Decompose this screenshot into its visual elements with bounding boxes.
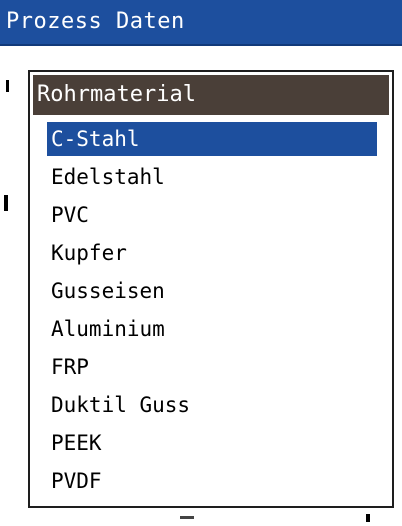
option-duktil-guss[interactable]: Duktil Guss [47, 388, 377, 422]
option-frp[interactable]: FRP [47, 350, 377, 384]
option-c-stahl[interactable]: C-Stahl [47, 122, 377, 156]
option-pvc[interactable]: PVC [47, 198, 377, 232]
option-label: Aluminium [51, 317, 165, 341]
window-title: Prozess Daten [6, 9, 185, 34]
option-label: C-Stahl [51, 127, 140, 151]
option-label: PVC [51, 203, 89, 227]
option-label: FRP [51, 355, 89, 379]
option-kupfer[interactable]: Kupfer [47, 236, 377, 270]
background-fragment [180, 516, 194, 519]
option-edelstahl[interactable]: Edelstahl [47, 160, 377, 194]
option-label: PVDF [51, 469, 102, 493]
option-peek[interactable]: PEEK [47, 426, 377, 460]
background-fragment [6, 80, 9, 92]
option-label: Gusseisen [51, 279, 165, 303]
option-label: PEEK [51, 431, 102, 455]
option-gusseisen[interactable]: Gusseisen [47, 274, 377, 308]
option-label: Duktil Guss [51, 393, 191, 417]
option-pvdf[interactable]: PVDF [47, 464, 377, 498]
background-fragment [366, 514, 370, 522]
screen: Prozess Daten Rohrmaterial C-Stahl Edels… [0, 0, 402, 526]
dropdown-header: Rohrmaterial [33, 75, 389, 115]
option-label: Kupfer [51, 241, 127, 265]
option-aluminium[interactable]: Aluminium [47, 312, 377, 346]
title-bar: Prozess Daten [0, 0, 402, 46]
background-fragment [4, 195, 8, 211]
option-label: Edelstahl [51, 165, 165, 189]
dropdown-title: Rohrmaterial [37, 82, 196, 107]
material-dropdown-popup: Rohrmaterial C-Stahl Edelstahl PVC Kupfe… [28, 70, 394, 508]
